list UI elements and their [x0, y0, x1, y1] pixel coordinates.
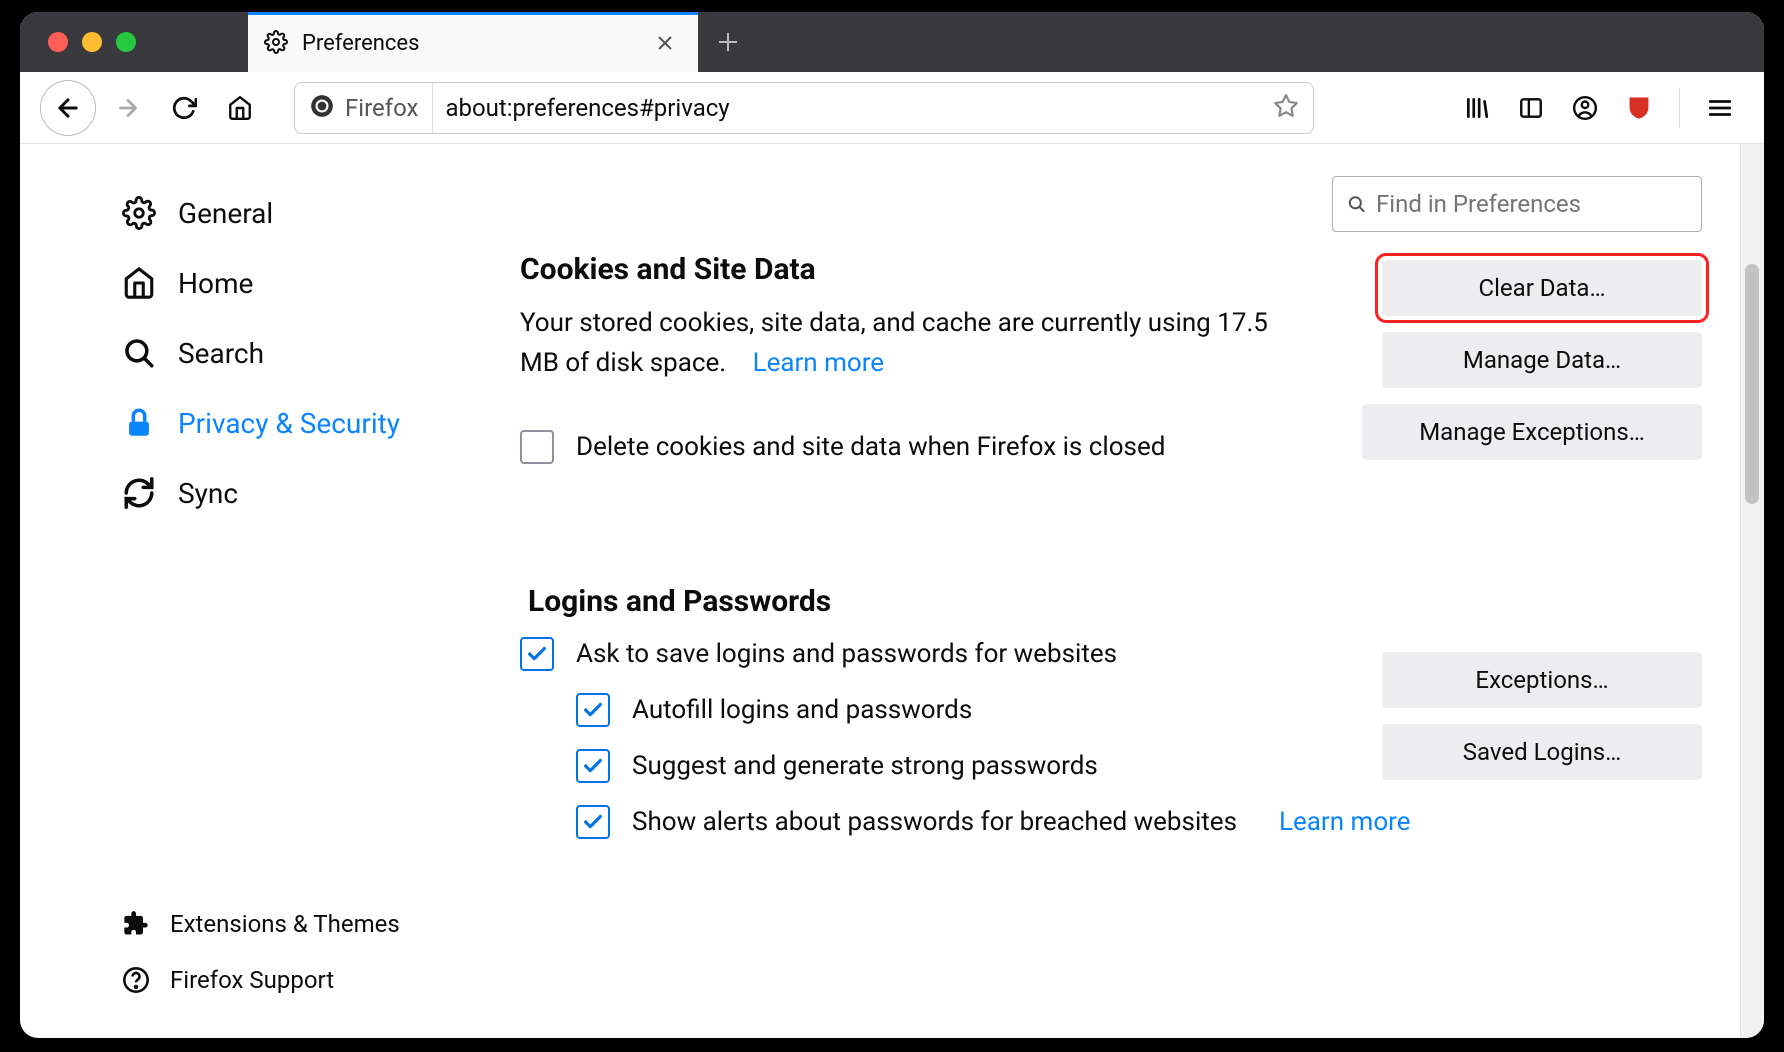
ublock-icon[interactable] [1615, 84, 1663, 132]
saved-logins-button[interactable]: Saved Logins… [1382, 724, 1702, 780]
url-text: about:preferences#privacy [445, 94, 1261, 122]
manage-data-button[interactable]: Manage Data… [1382, 332, 1702, 388]
search-preferences-input[interactable] [1376, 190, 1687, 218]
ask-save-checkbox[interactable] [520, 637, 554, 671]
new-tab-button[interactable] [698, 12, 758, 72]
sidebar-item-label: Extensions & Themes [170, 910, 400, 938]
delete-on-close-label: Delete cookies and site data when Firefo… [576, 432, 1165, 462]
window-controls [20, 12, 248, 72]
sidebar-item-label: Home [178, 267, 253, 300]
bookmark-star-icon[interactable] [1273, 93, 1299, 123]
firefox-icon [309, 93, 335, 123]
lock-icon [122, 406, 156, 440]
breach-alerts-checkbox[interactable] [576, 805, 610, 839]
sidebar-item-label: Firefox Support [170, 966, 334, 994]
logins-learn-more-link[interactable]: Learn more [1279, 807, 1411, 837]
tab-close-button[interactable] [648, 26, 682, 62]
separator [1679, 88, 1680, 128]
gear-icon [264, 30, 288, 58]
close-window-button[interactable] [48, 32, 68, 52]
help-icon [122, 966, 150, 994]
sidebar-item-sync[interactable]: Sync [122, 458, 470, 528]
content-area: General Home Search Privacy & Security S… [20, 144, 1764, 1038]
cookies-desc-text: Your stored cookies, site data, and cach… [520, 308, 1268, 378]
gear-icon [122, 196, 156, 230]
forward-button [104, 84, 152, 132]
vertical-scrollbar[interactable] [1740, 144, 1764, 1038]
back-button[interactable] [40, 80, 96, 136]
nav-toolbar: Firefox about:preferences#privacy [20, 72, 1764, 144]
sidebar-item-privacy[interactable]: Privacy & Security [122, 388, 470, 458]
library-button[interactable] [1453, 84, 1501, 132]
maximize-window-button[interactable] [116, 32, 136, 52]
search-icon [122, 336, 156, 370]
clear-data-button[interactable]: Clear Data… [1382, 260, 1702, 316]
logins-exceptions-button[interactable]: Exceptions… [1382, 652, 1702, 708]
sidebar-footer: Extensions & Themes Firefox Support [122, 896, 470, 1008]
suggest-label: Suggest and generate strong passwords [632, 751, 1098, 781]
preferences-sidebar: General Home Search Privacy & Security S… [20, 144, 500, 1038]
delete-on-close-checkbox[interactable] [520, 430, 554, 464]
search-preferences-box[interactable] [1332, 176, 1702, 232]
sidebar-item-general[interactable]: General [122, 178, 470, 248]
preferences-main: Cookies and Site Data Your stored cookie… [500, 144, 1764, 1038]
puzzle-icon [122, 910, 150, 938]
home-button[interactable] [216, 84, 264, 132]
account-button[interactable] [1561, 84, 1609, 132]
logins-heading: Logins and Passwords [520, 584, 1734, 619]
cookies-buttons: Clear Data… Manage Data… Manage Exceptio… [1382, 260, 1702, 460]
sidebar-toggle-button[interactable] [1507, 84, 1555, 132]
minimize-window-button[interactable] [82, 32, 102, 52]
hamburger-menu-button[interactable] [1696, 84, 1744, 132]
home-icon [122, 266, 156, 300]
identity-box[interactable]: Firefox [309, 83, 433, 133]
cookies-learn-more-link[interactable]: Learn more [753, 348, 885, 378]
autofill-checkbox[interactable] [576, 693, 610, 727]
search-icon [1347, 193, 1366, 215]
sidebar-item-search[interactable]: Search [122, 318, 470, 388]
autofill-label: Autofill logins and passwords [632, 695, 972, 725]
browser-tab[interactable]: Preferences [248, 12, 698, 72]
logins-buttons: Exceptions… Saved Logins… [1382, 652, 1702, 780]
toolbar-right [1453, 84, 1744, 132]
reload-button[interactable] [160, 84, 208, 132]
suggest-checkbox[interactable] [576, 749, 610, 783]
sidebar-item-extensions[interactable]: Extensions & Themes [122, 896, 470, 952]
browser-window: Preferences Firefox [20, 12, 1764, 1038]
breach-alerts-row[interactable]: Show alerts about passwords for breached… [576, 805, 1734, 839]
tab-title: Preferences [302, 31, 634, 56]
sidebar-item-home[interactable]: Home [122, 248, 470, 318]
titlebar: Preferences [20, 12, 1764, 72]
breach-alerts-label: Show alerts about passwords for breached… [632, 807, 1237, 837]
sidebar-item-label: Sync [178, 477, 238, 510]
sidebar-item-label: General [178, 197, 273, 230]
identity-label: Firefox [345, 94, 418, 122]
ask-save-label: Ask to save logins and passwords for web… [576, 639, 1117, 669]
manage-exceptions-button[interactable]: Manage Exceptions… [1362, 404, 1702, 460]
sidebar-item-label: Search [178, 337, 264, 370]
cookies-description: Your stored cookies, site data, and cach… [520, 303, 1280, 384]
scrollbar-thumb[interactable] [1745, 264, 1759, 504]
sync-icon [122, 476, 156, 510]
url-bar[interactable]: Firefox about:preferences#privacy [294, 82, 1314, 134]
sidebar-item-label: Privacy & Security [178, 407, 400, 440]
sidebar-item-support[interactable]: Firefox Support [122, 952, 470, 1008]
